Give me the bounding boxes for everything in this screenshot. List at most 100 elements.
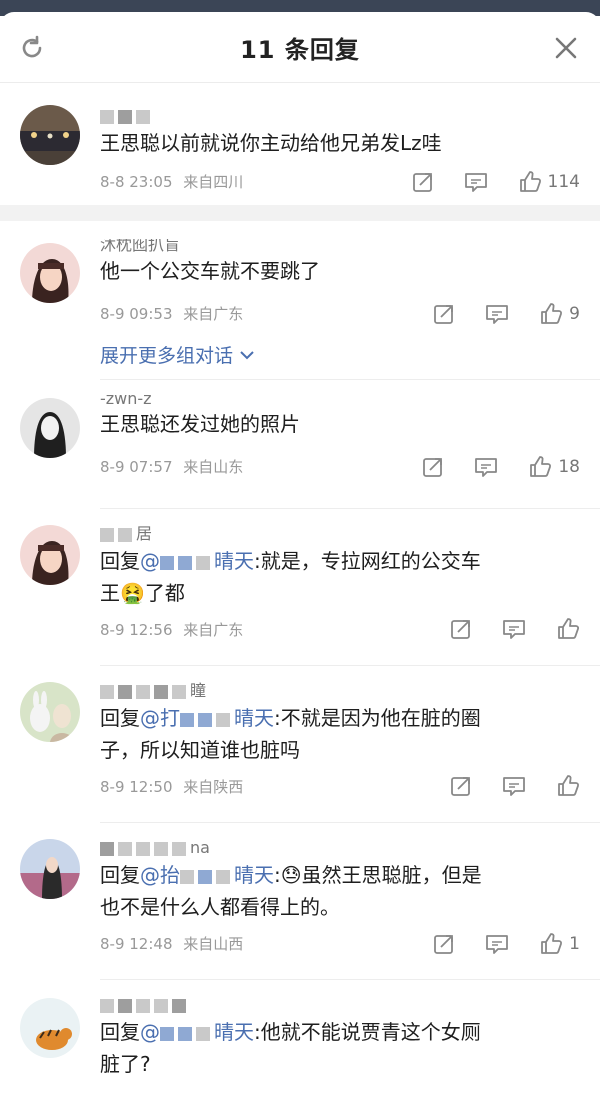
replies-sheet: 11 条回复 王思聪以前就说你主动给他兄弟发Lz哇 8-8 23:05 来自四川 (0, 12, 600, 1118)
avatar[interactable] (20, 525, 80, 585)
comment-meta: 8-9 12:50 来自陕西 (100, 774, 580, 800)
thumbs-up-icon (541, 933, 563, 954)
comment-text: 回复@打 晴天:不就是因为他在脏的圈 子，所以知道谁也脏吗 (100, 706, 481, 762)
comment-icon (464, 173, 487, 192)
like-button[interactable]: 18 (528, 454, 580, 480)
reply-item: na 回复@抬 晴天:😓虽然王思聪脏，但是 也不是什么人都看得上的。 8-9 12… (0, 823, 600, 979)
avatar[interactable] (20, 682, 80, 742)
mention-link[interactable]: @ 晴天 (140, 1020, 254, 1044)
expand-conversation-link[interactable]: 展开更多组对话 (100, 341, 255, 368)
reply-button[interactable] (474, 456, 498, 478)
thumbs-up-icon (541, 303, 563, 324)
share-button[interactable] (450, 618, 472, 640)
share-icon (423, 458, 443, 477)
comment-meta: 8-9 12:56 来自广东 (100, 617, 580, 643)
timestamp: 8-9 12:50 (100, 778, 173, 796)
page-title: 11 条回复 (240, 35, 360, 64)
comment-actions: 18 (392, 454, 580, 480)
like-button[interactable] (556, 617, 580, 641)
timestamp: 8-9 12:48 (100, 935, 173, 953)
avatar[interactable] (20, 105, 80, 165)
mention-link[interactable]: @ 晴天 (140, 549, 254, 573)
like-button[interactable]: 1 (539, 931, 580, 957)
username-masked: na (100, 837, 580, 859)
comment-meta: 8-8 23:05 来自四川 114 (100, 169, 580, 195)
comment-icon (503, 620, 525, 639)
reply-button[interactable] (464, 171, 488, 193)
location: 来自广东 (183, 621, 244, 639)
section-divider (0, 205, 600, 221)
comment-meta: 8-9 09:53 来自广东 9 (100, 301, 580, 327)
comment-meta: 8-9 12:48 来自山西 1 (100, 931, 580, 957)
comment-text: 回复@ 晴天:就是，专拉网红的公交车 王🤮了都 (100, 549, 481, 605)
location: 来自四川 (183, 173, 244, 191)
comment-text: 王思聪还发过她的照片 (100, 412, 300, 436)
thumbs-up-icon (558, 618, 580, 639)
username: 沐枕囮扒盲 (100, 239, 181, 254)
username-masked: 居 (100, 523, 580, 545)
like-button[interactable]: 114 (518, 169, 580, 195)
timestamp: 8-9 07:57 (100, 458, 173, 476)
share-button[interactable] (412, 171, 434, 193)
reply-item: -zwn-z 王思聪还发过她的照片 8-9 07:57 来自山东 18 (0, 380, 600, 508)
share-icon (412, 173, 432, 192)
like-count: 1 (569, 934, 580, 954)
share-icon (451, 620, 470, 639)
location: 来自陕西 (183, 778, 244, 796)
comment-meta: 8-9 07:57 来自山东 18 (100, 454, 580, 480)
comment-actions: 114 (382, 169, 580, 195)
reply-item: 回复@ 晴天:他就不能说贾青这个女厕 脏了? (0, 980, 600, 1100)
username: -zwn-z (100, 394, 152, 408)
username-masked (100, 105, 580, 127)
like-button[interactable] (556, 774, 580, 798)
username-masked (100, 994, 580, 1016)
share-icon (434, 305, 454, 324)
comment-icon (486, 935, 509, 954)
mention-link[interactable]: @打 晴天 (140, 706, 274, 730)
location: 来自山东 (183, 458, 244, 476)
location: 来自广东 (183, 305, 244, 323)
like-button[interactable]: 9 (539, 301, 580, 327)
avatar[interactable] (20, 998, 80, 1058)
mention-link[interactable]: @抬 晴天 (140, 863, 274, 887)
thumbs-up-icon (558, 775, 580, 796)
location: 来自山西 (183, 935, 244, 953)
close-icon[interactable] (552, 34, 580, 62)
sheet-header: 11 条回复 (0, 12, 600, 83)
reply-button[interactable] (485, 933, 509, 955)
username: 瞳 (190, 681, 207, 700)
comment-icon (475, 458, 498, 477)
username: 居 (136, 524, 153, 543)
timestamp: 8-8 23:05 (100, 173, 173, 191)
reply-item: 居 回复@ 晴天:就是，专拉网红的公交车 王🤮了都 8-9 12:56 来自广东 (0, 509, 600, 665)
share-button[interactable] (422, 456, 444, 478)
comment-actions (420, 617, 580, 641)
like-count: 114 (547, 172, 580, 192)
share-button[interactable] (450, 775, 472, 797)
comment-actions: 1 (403, 931, 580, 957)
reply-item: 瞳 回复@打 晴天:不就是因为他在脏的圈 子，所以知道谁也脏吗 8-9 12:50… (0, 666, 600, 822)
reply-button[interactable] (502, 618, 526, 640)
avatar[interactable] (20, 243, 80, 303)
comment-text: 回复@抬 晴天:😓虽然王思聪脏，但是 也不是什么人都看得上的。 (100, 863, 482, 919)
main-comment: 王思聪以前就说你主动给他兄弟发Lz哇 8-8 23:05 来自四川 114 (0, 83, 600, 205)
share-button[interactable] (433, 933, 455, 955)
refresh-icon[interactable] (18, 34, 46, 62)
comment-text: 回复@ 晴天:他就不能说贾青这个女厕 脏了? (100, 1020, 481, 1076)
reply-button[interactable] (502, 775, 526, 797)
username-masked: 瞳 (100, 680, 580, 702)
comment-text: 他一个公交车就不要跳了 (100, 259, 320, 283)
thumbs-up-icon (530, 456, 552, 477)
share-button[interactable] (433, 303, 455, 325)
avatar[interactable] (20, 839, 80, 899)
share-icon (434, 935, 454, 954)
comment-icon (486, 305, 509, 324)
avatar[interactable] (20, 398, 80, 458)
vomit-emoji: 🤮 (120, 581, 145, 605)
timestamp: 8-9 12:56 (100, 621, 173, 639)
share-icon (451, 777, 470, 796)
like-count: 9 (569, 304, 580, 324)
reply-button[interactable] (485, 303, 509, 325)
comment-text: 王思聪以前就说你主动给他兄弟发Lz哇 (100, 131, 442, 155)
comment-actions (420, 774, 580, 798)
